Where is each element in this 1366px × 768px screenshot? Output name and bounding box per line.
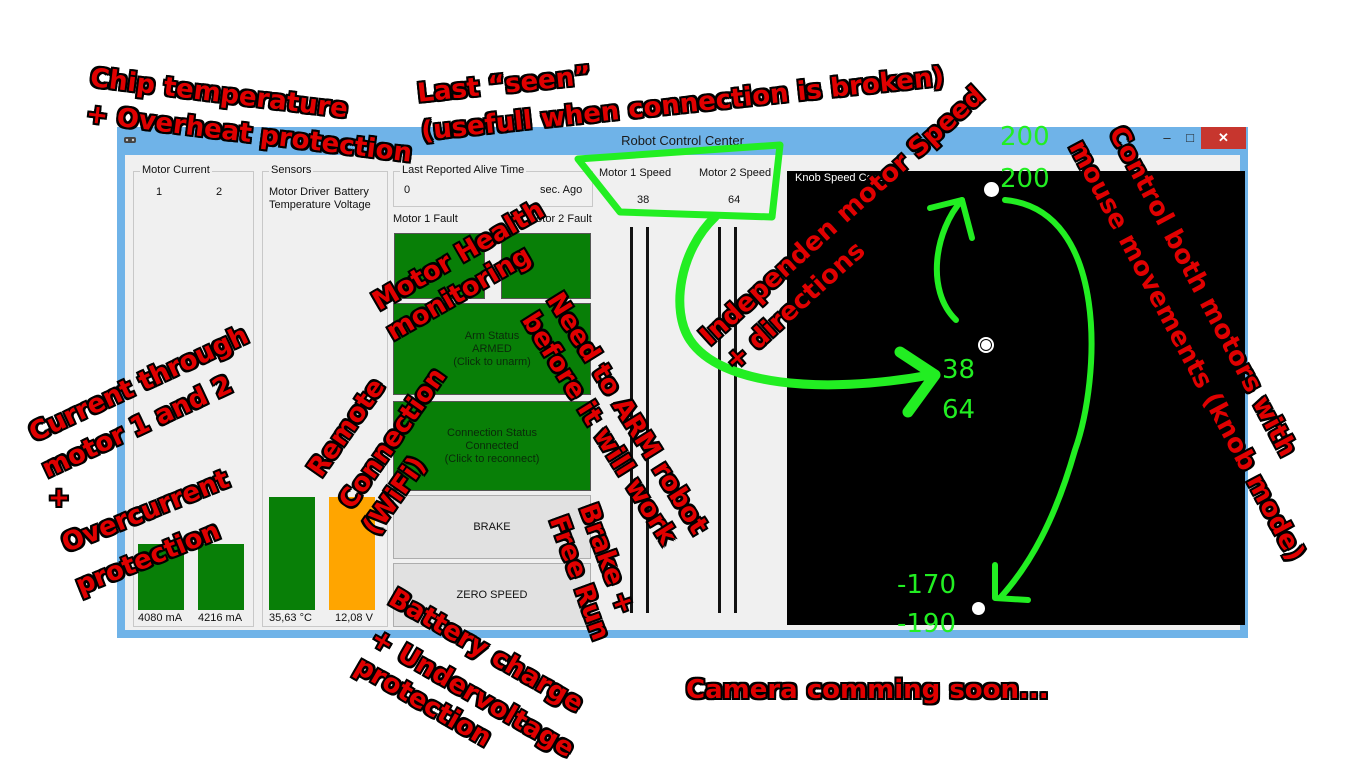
knob-number-top-1: 200: [1000, 122, 1050, 152]
speed-highlight-outline: [574, 141, 784, 221]
downward-arrow: [997, 197, 1095, 601]
knob-number-mid-2: 64: [942, 395, 976, 425]
knob-number-bot-2: -190: [897, 609, 957, 639]
knob-number-bot-1: -170: [897, 570, 957, 600]
annotation-current-3: +: [48, 483, 70, 513]
knob-number-mid-1: 38: [942, 355, 976, 385]
knob-number-top-2: 200: [1000, 164, 1050, 194]
annotation-camera: Camera comming soon...: [686, 675, 1049, 705]
upward-arrow: [933, 197, 965, 323]
